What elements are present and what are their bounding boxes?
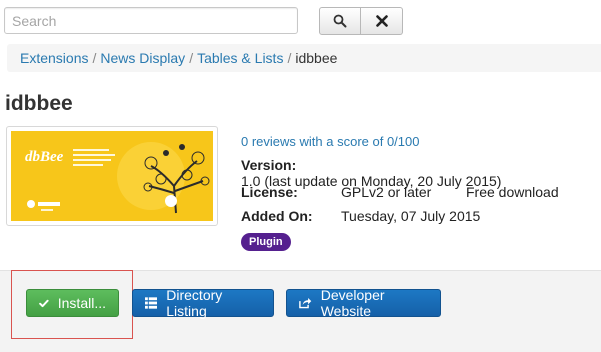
page-title: idbbee xyxy=(5,92,73,115)
directory-listing-button[interactable]: Directory Listing xyxy=(132,287,274,319)
developer-website-button[interactable]: Developer Website xyxy=(286,287,441,319)
added-value: Tuesday, 07 July 2015 xyxy=(341,208,481,224)
developer-website-label: Developer Website xyxy=(320,287,385,319)
clear-button[interactable] xyxy=(361,7,403,35)
plugin-badge: Plugin xyxy=(241,233,291,251)
free-download-text: Free download xyxy=(466,184,559,200)
list-icon xyxy=(145,297,158,309)
install-label: Install... xyxy=(57,295,106,311)
thumbnail-artwork: dbBee xyxy=(11,131,213,221)
breadcrumb-extensions[interactable]: Extensions xyxy=(20,50,88,66)
reviews-link[interactable]: 0 reviews with a score of 0/100 xyxy=(241,134,419,149)
breadcrumb: Extensions / News Display / Tables & Lists / i… xyxy=(7,44,601,72)
search-input[interactable] xyxy=(4,7,298,34)
breadcrumb-separator: / xyxy=(287,50,292,66)
extension-thumbnail[interactable]: dbBee xyxy=(6,126,218,226)
breadcrumb-news-display[interactable]: News Display xyxy=(100,50,185,66)
breadcrumb-current: idbbee xyxy=(295,50,338,66)
version-label: Version: xyxy=(241,157,297,173)
breadcrumb-tables-lists[interactable]: Tables & Lists xyxy=(197,50,283,66)
license-value: GPLv2 or later xyxy=(341,184,432,200)
breadcrumb-separator: / xyxy=(189,50,194,66)
thumbnail-image: dbBee xyxy=(11,131,213,221)
search-button-group xyxy=(319,7,403,35)
license-label: License: xyxy=(241,184,298,200)
added-row: Added On: Tuesday, 07 July 2015 xyxy=(241,208,480,224)
check-icon xyxy=(39,299,49,307)
close-icon xyxy=(375,15,388,27)
install-button[interactable]: Install... xyxy=(26,289,119,317)
thumbnail-brand: dbBee xyxy=(25,149,64,165)
search-icon xyxy=(333,14,347,28)
added-label: Added On: xyxy=(241,208,313,224)
breadcrumb-separator: / xyxy=(92,50,97,66)
directory-listing-label: Directory Listing xyxy=(166,287,223,319)
license-row: License: GPLv2 or later xyxy=(241,184,431,200)
share-icon xyxy=(299,298,312,309)
search-button[interactable] xyxy=(319,7,361,35)
